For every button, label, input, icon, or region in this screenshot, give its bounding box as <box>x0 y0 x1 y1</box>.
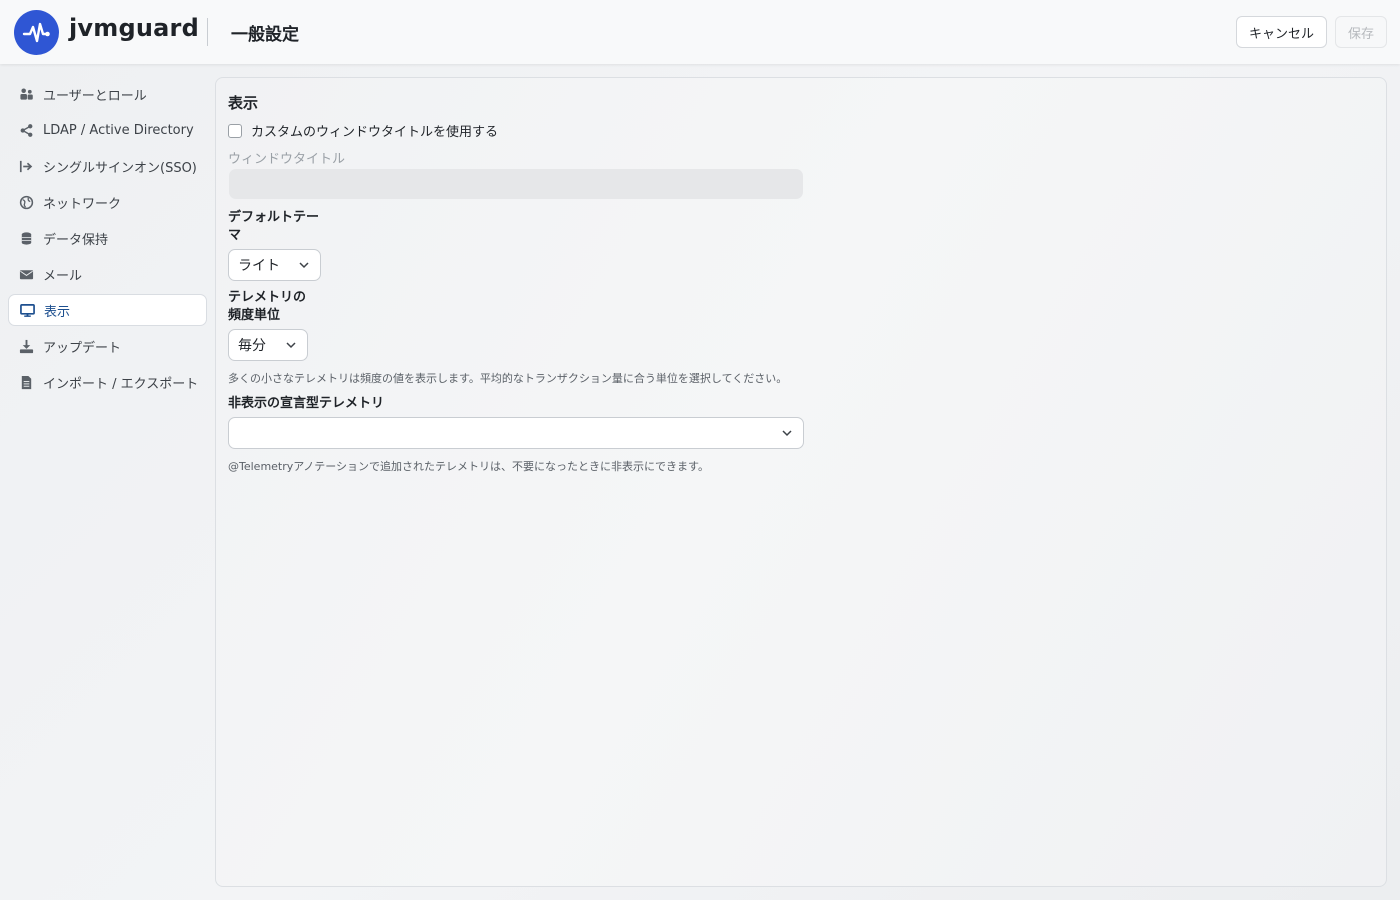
telemetry-unit-label-line2: 頻度単位 <box>228 308 281 323</box>
chevron-down-icon <box>299 262 309 269</box>
sidebar-item-mail[interactable]: メール <box>8 258 207 290</box>
monitor-icon <box>19 302 35 318</box>
display-settings-panel: 表示 カスタムのウィンドウタイトルを使用する ウィンドウタイトル デフォルトテー… <box>215 77 1387 887</box>
window-title-label: ウィンドウタイトル <box>228 152 346 167</box>
sign-in-icon <box>18 158 34 174</box>
sidebar-item-label: シングルサインオン(SSO) <box>43 160 197 176</box>
sidebar-item-label: メール <box>43 268 83 284</box>
sidebar-item-sso[interactable]: シングルサインオン(SSO) <box>8 150 207 182</box>
default-theme-label: デフォルトテー マ <box>228 209 319 245</box>
sidebar-item-label: 表示 <box>44 304 71 320</box>
default-theme-select[interactable]: ライト <box>228 249 321 281</box>
custom-window-title-label: カスタムのウィンドウタイトルを使用する <box>251 125 499 140</box>
header-divider <box>207 18 208 46</box>
default-theme-value: ライト <box>238 258 280 274</box>
custom-window-title-checkbox[interactable] <box>228 123 242 138</box>
cancel-button[interactable]: キャンセル <box>1236 16 1327 48</box>
page-title: 一般設定 <box>231 25 299 45</box>
users-icon <box>18 86 34 102</box>
section-title: 表示 <box>228 94 259 112</box>
sidebar-item-label: データ保持 <box>43 232 109 248</box>
sidebar-item-ldap[interactable]: LDAP / Active Directory <box>8 114 207 146</box>
sidebar-item-label: ユーザーとロール <box>43 88 147 104</box>
settings-sidebar: ユーザーとロール LDAP / Active Directory シングルサイン… <box>8 78 207 402</box>
chevron-down-icon <box>286 342 296 349</box>
share-icon <box>18 122 34 138</box>
envelope-icon <box>18 266 34 282</box>
telemetry-unit-label: テレメトリの 頻度単位 <box>228 289 306 325</box>
telemetry-unit-value: 毎分 <box>238 338 266 354</box>
globe-icon <box>18 194 34 210</box>
telemetry-unit-select[interactable]: 毎分 <box>228 329 308 361</box>
default-theme-label-line1: デフォルトテー <box>228 210 320 225</box>
file-icon <box>18 374 34 390</box>
sidebar-item-label: ネットワーク <box>43 196 122 212</box>
chevron-down-icon <box>782 430 792 437</box>
sidebar-item-data-retention[interactable]: データ保持 <box>8 222 207 254</box>
sidebar-item-import-export[interactable]: インポート / エクスポート <box>8 366 207 398</box>
sidebar-item-network[interactable]: ネットワーク <box>8 186 207 218</box>
hidden-telemetry-help: @Telemetryアノテーションで追加されたテレメトリは、不要になったときに非… <box>228 460 709 473</box>
save-button[interactable]: 保存 <box>1335 16 1387 48</box>
default-theme-label-line2: マ <box>228 228 242 243</box>
sidebar-item-label: LDAP / Active Directory <box>43 122 194 138</box>
logo-icon <box>14 10 59 55</box>
hidden-telemetry-label: 非表示の宣言型テレメトリ <box>228 396 385 411</box>
database-icon <box>18 230 34 246</box>
sidebar-item-update[interactable]: アップデート <box>8 330 207 362</box>
sidebar-item-display[interactable]: 表示 <box>8 294 207 326</box>
download-icon <box>18 338 34 354</box>
window-title-input[interactable] <box>229 169 803 199</box>
hidden-telemetry-select[interactable] <box>228 417 804 449</box>
sidebar-item-label: アップデート <box>43 340 122 356</box>
telemetry-unit-help: 多くの小さなテレメトリは頻度の値を表示します。平均的なトランザクション量に合う単… <box>228 372 788 385</box>
telemetry-unit-label-line1: テレメトリの <box>228 290 307 305</box>
sidebar-item-users-roles[interactable]: ユーザーとロール <box>8 78 207 110</box>
custom-window-title-option[interactable]: カスタムのウィンドウタイトルを使用する <box>228 121 498 140</box>
sidebar-item-label: インポート / エクスポート <box>43 376 199 392</box>
app-header: jvmguard 一般設定 キャンセル 保存 <box>0 0 1400 64</box>
brand-name: jvmguard <box>69 14 199 42</box>
